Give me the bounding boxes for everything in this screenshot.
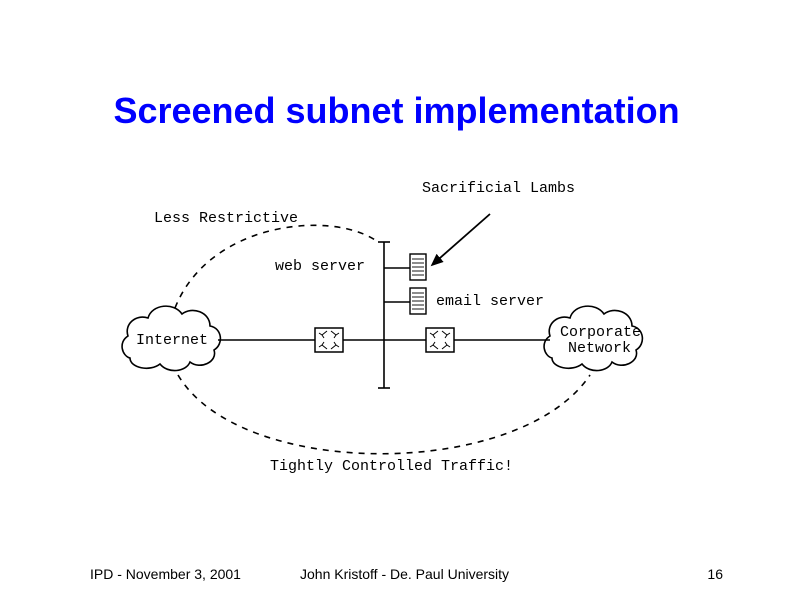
right-router-icon — [426, 328, 454, 352]
label-less-restrictive: Less Restrictive — [154, 210, 298, 227]
footer-author: John Kristoff - De. Paul University — [300, 566, 509, 582]
label-internet: Internet — [136, 332, 208, 349]
label-corporate-2: Network — [568, 340, 631, 357]
label-email-server: email server — [436, 293, 544, 310]
footer-date: IPD - November 3, 2001 — [90, 566, 241, 582]
label-corporate-1: Corporate — [560, 324, 641, 341]
footer-page-number: 16 — [707, 566, 723, 582]
left-router-icon — [315, 328, 343, 352]
sacrificial-arrow — [432, 214, 490, 265]
network-diagram: Sacrificial Lambs Less Restrictive web s… — [120, 180, 673, 480]
slide-title: Screened subnet implementation — [0, 90, 793, 132]
label-tightly-controlled: Tightly Controlled Traffic! — [270, 458, 513, 475]
web-server-icon — [410, 254, 426, 280]
label-sacrificial-lambs: Sacrificial Lambs — [422, 180, 575, 197]
label-web-server: web server — [275, 258, 365, 275]
email-server-icon — [410, 288, 426, 314]
